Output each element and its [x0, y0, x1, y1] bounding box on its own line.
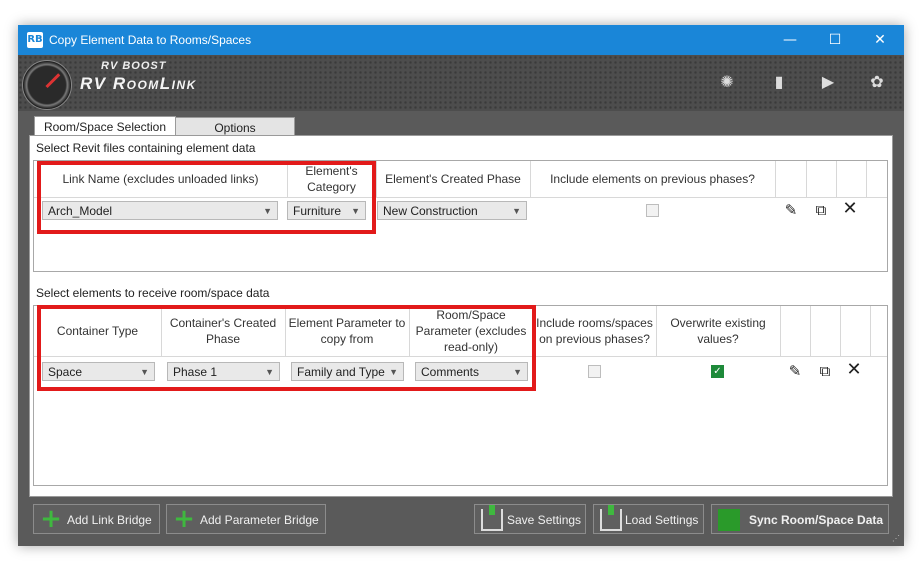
grid-divider: [840, 306, 841, 356]
add-link-bridge-button[interactable]: + Add Link Bridge: [33, 504, 160, 534]
brand-header: RV BOOST RV RoomLink ✺ ▮ ▶ ✿: [18, 55, 904, 111]
element-phase-dropdown[interactable]: New Construction ▼: [377, 201, 527, 220]
highlight-box-parameter-columns: [37, 305, 536, 391]
app-window: RB Copy Element Data to Rooms/Spaces — ☐…: [18, 25, 904, 546]
add-link-bridge-label: Add Link Bridge: [67, 513, 152, 527]
add-icon: +: [173, 504, 195, 534]
element-phase-value: New Construction: [383, 204, 478, 218]
maximize-button[interactable]: ☐: [820, 29, 850, 51]
grid-divider: [836, 161, 837, 197]
save-settings-label: Save Settings: [507, 513, 582, 527]
minimize-button[interactable]: —: [775, 29, 805, 51]
grid-divider: [810, 306, 811, 356]
col-include-previous: Include elements on previous phases?: [530, 161, 776, 197]
col-include-rooms-previous: Include rooms/spaces on previous phases?: [533, 306, 657, 356]
save-icon: [481, 505, 503, 531]
add-icon: +: [40, 504, 62, 534]
delete-icon[interactable]: ✕: [841, 200, 859, 218]
sync-room-space-data-button[interactable]: Sync Room/Space Data: [711, 504, 889, 534]
overwrite-existing-checkbox[interactable]: ✓: [711, 365, 724, 378]
load-settings-button[interactable]: Load Settings: [593, 504, 704, 534]
copy-icon[interactable]: ⧉: [812, 201, 830, 219]
edit-icon[interactable]: ✎: [786, 362, 804, 380]
window-title: Copy Element Data to Rooms/Spaces: [49, 33, 252, 47]
link-section-label: Select Revit files containing element da…: [36, 141, 256, 155]
edit-icon[interactable]: ✎: [782, 201, 800, 219]
brand-title: RV RoomLink: [80, 74, 197, 93]
settings-icon[interactable]: ✿: [864, 69, 890, 95]
brand-subtitle: RV BOOST: [101, 60, 167, 72]
grid-divider: [866, 161, 867, 197]
param-section-label: Select elements to receive room/space da…: [36, 286, 270, 300]
add-parameter-bridge-button[interactable]: + Add Parameter Bridge: [166, 504, 326, 534]
save-settings-button[interactable]: Save Settings: [474, 504, 586, 534]
resize-grip-icon[interactable]: ⋰: [892, 534, 900, 543]
video-icon[interactable]: ▶: [815, 69, 841, 95]
speedometer-logo-icon: [22, 60, 72, 110]
chevron-down-icon: ▼: [512, 206, 521, 216]
info-icon[interactable]: ▮: [766, 69, 792, 95]
include-previous-elements-checkbox[interactable]: [646, 204, 659, 217]
grid-divider: [870, 306, 871, 356]
load-icon: [600, 505, 622, 531]
sync-room-space-data-label: Sync Room/Space Data: [749, 513, 884, 527]
include-previous-rooms-checkbox[interactable]: [588, 365, 601, 378]
col-overwrite-existing: Overwrite existing values?: [656, 306, 781, 356]
copy-icon[interactable]: ⧉: [816, 362, 834, 380]
close-button[interactable]: ✕: [865, 29, 895, 51]
grid-divider: [806, 161, 807, 197]
lightbulb-icon[interactable]: ✺: [714, 69, 740, 95]
load-settings-label: Load Settings: [625, 513, 699, 527]
highlight-box-link-category: [37, 161, 376, 234]
col-created-phase: Element's Created Phase: [376, 161, 531, 197]
add-parameter-bridge-label: Add Parameter Bridge: [200, 513, 319, 527]
delete-icon[interactable]: ✕: [845, 361, 863, 379]
sync-icon: [718, 509, 740, 531]
app-logo-icon: RB: [27, 32, 43, 48]
title-bar: RB Copy Element Data to Rooms/Spaces — ☐…: [18, 25, 904, 55]
